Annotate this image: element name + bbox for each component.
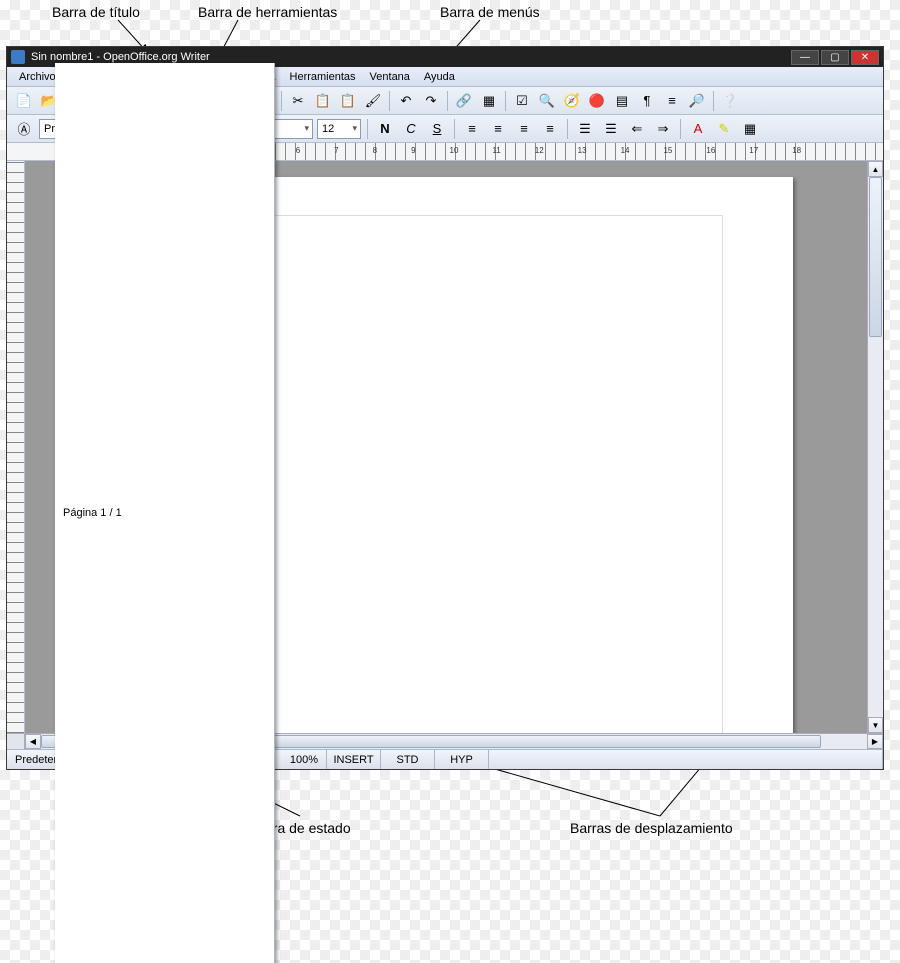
status-bar: Página 1 / 1 Predeterminado 100% INSERT … — [7, 749, 883, 769]
navigator-icon[interactable]: 🧭 — [561, 90, 583, 112]
align-center-icon[interactable]: ≡ — [487, 118, 509, 140]
maximize-button[interactable]: ▢ — [821, 50, 849, 65]
list-number-icon[interactable]: ☰ — [574, 118, 596, 140]
font-size-combo[interactable]: 12 — [317, 119, 361, 139]
status-page[interactable]: Página 1 / 1 — [55, 63, 275, 963]
copy-icon[interactable]: 📋 — [312, 90, 334, 112]
minimize-button[interactable]: — — [791, 50, 819, 65]
window-title: Sin nombre1 - OpenOffice.org Writer — [31, 51, 210, 63]
app-window: Sin nombre1 - OpenOffice.org Writer — ▢ … — [6, 46, 884, 770]
hyperlink-icon[interactable]: 🔗 — [453, 90, 475, 112]
bg-color-icon[interactable]: ▦ — [739, 118, 761, 140]
undo-icon[interactable]: ↶ — [395, 90, 417, 112]
bold-button[interactable]: N — [374, 118, 396, 140]
scroll-right-icon[interactable]: ▶ — [867, 734, 883, 749]
menu-ventana[interactable]: Ventana — [364, 69, 416, 85]
menu-herramientas[interactable]: Herramientas — [284, 69, 362, 85]
paste-icon[interactable]: 📋 — [337, 90, 359, 112]
grid-icon[interactable]: ▤ — [611, 90, 633, 112]
nonprinting-icon[interactable]: ¶ — [636, 90, 658, 112]
zoom-icon[interactable]: 🔎 — [686, 90, 708, 112]
align-left-icon[interactable]: ≡ — [461, 118, 483, 140]
format-paint-icon[interactable]: 🖌 — [362, 90, 384, 112]
new-doc-icon[interactable]: 📄 — [13, 90, 35, 112]
status-zoom[interactable]: 100% — [267, 750, 327, 769]
status-hyp[interactable]: HYP — [435, 750, 489, 769]
highlight-icon[interactable]: ✎ — [713, 118, 735, 140]
scroll-down-icon[interactable]: ▼ — [868, 717, 883, 733]
indent-inc-icon[interactable]: ⇒ — [652, 118, 674, 140]
record-icon[interactable]: 🔴 — [586, 90, 608, 112]
status-insert[interactable]: INSERT — [327, 750, 381, 769]
cut-icon[interactable]: ✂ — [287, 90, 309, 112]
styles-icon[interactable]: Ⓐ — [13, 118, 35, 140]
vertical-ruler[interactable] — [7, 161, 25, 733]
columns-icon[interactable]: ≡ — [661, 90, 683, 112]
align-justify-icon[interactable]: ≡ — [539, 118, 561, 140]
status-spacer — [489, 750, 883, 769]
find-icon[interactable]: 🔍 — [536, 90, 558, 112]
redo-icon[interactable]: ↷ — [420, 90, 442, 112]
vertical-scrollbar[interactable]: ▲ ▼ — [867, 161, 883, 733]
close-button[interactable]: ✕ — [851, 50, 879, 65]
underline-button[interactable]: S — [426, 118, 448, 140]
check-icon[interactable]: ☑ — [511, 90, 533, 112]
scroll-left-icon[interactable]: ◀ — [25, 734, 41, 749]
vscroll-thumb[interactable] — [869, 177, 882, 337]
indent-dec-icon[interactable]: ⇐ — [626, 118, 648, 140]
scroll-up-icon[interactable]: ▲ — [868, 161, 883, 177]
status-std[interactable]: STD — [381, 750, 435, 769]
app-icon — [11, 50, 25, 64]
table-icon[interactable]: ▦ — [478, 90, 500, 112]
italic-button[interactable]: C — [400, 118, 422, 140]
font-color-icon[interactable]: A — [687, 118, 709, 140]
list-bullet-icon[interactable]: ☰ — [600, 118, 622, 140]
help-icon[interactable]: ❔ — [719, 90, 741, 112]
vscroll-track[interactable] — [868, 177, 883, 717]
menu-ayuda[interactable]: Ayuda — [418, 69, 461, 85]
align-right-icon[interactable]: ≡ — [513, 118, 535, 140]
